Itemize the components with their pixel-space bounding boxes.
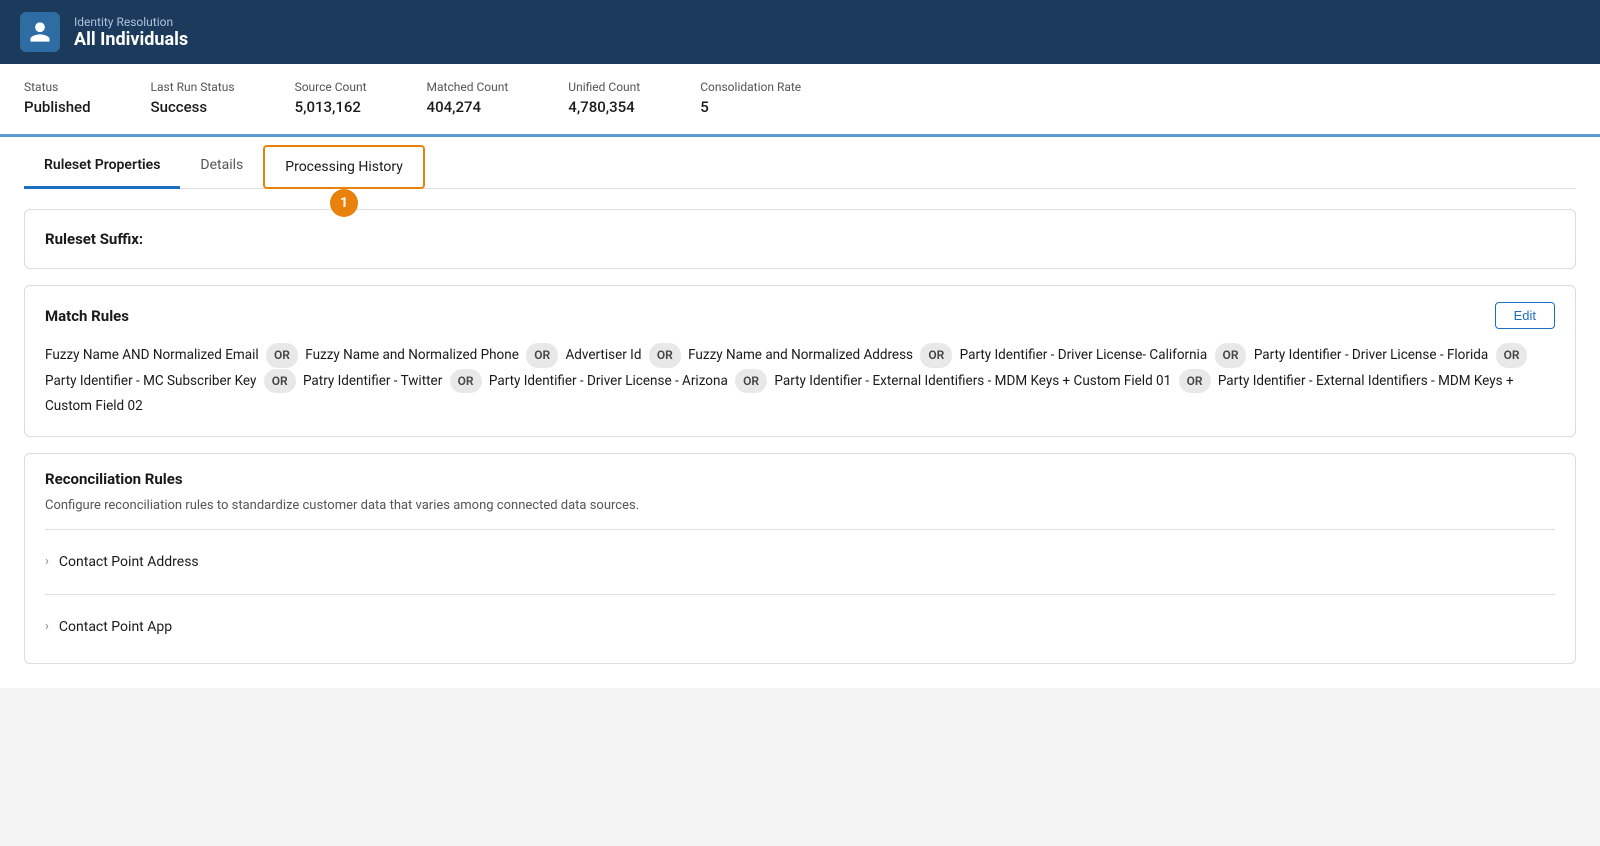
stat-last-run-value: Success	[151, 98, 235, 116]
or-badge-3: OR	[649, 343, 681, 368]
main-content: Ruleset Properties Details Processing Hi…	[0, 137, 1600, 688]
stat-status: Status Published	[24, 80, 91, 116]
header-title: All Individuals	[74, 29, 188, 50]
header-subtitle: Identity Resolution	[74, 15, 188, 29]
match-rules-content: Fuzzy Name AND Normalized Email OR Fuzzy…	[45, 343, 1555, 420]
rule-party-mc-subscriber: Party Identifier - MC Subscriber Key	[45, 373, 256, 389]
rule-party-driver-ca: Party Identifier - Driver License- Calif…	[960, 347, 1208, 363]
rule-party-mdm-custom-01: Party Identifier - External Identifiers …	[774, 373, 1171, 389]
tab-ruleset-properties[interactable]: Ruleset Properties	[24, 145, 180, 189]
reconciliation-contact-point-address[interactable]: › Contact Point Address	[45, 542, 1555, 582]
stat-matched-count-value: 404,274	[427, 98, 509, 116]
tab-bar: Ruleset Properties Details Processing Hi…	[24, 137, 1576, 189]
match-rules-section: Match Rules Edit Fuzzy Name AND Normaliz…	[24, 285, 1576, 437]
ruleset-suffix-section: Ruleset Suffix:	[24, 209, 1576, 269]
stat-unified-count-value: 4,780,354	[568, 98, 640, 116]
stat-matched-count: Matched Count 404,274	[427, 80, 509, 116]
or-badge-5: OR	[1215, 343, 1247, 368]
tab-details[interactable]: Details	[180, 145, 263, 189]
stat-last-run-label: Last Run Status	[151, 80, 235, 94]
match-rules-title: Match Rules	[45, 307, 129, 325]
rule-party-twitter: Patry Identifier - Twitter	[303, 373, 442, 389]
stat-status-label: Status	[24, 80, 91, 94]
stat-unified-count: Unified Count 4,780,354	[568, 80, 640, 116]
or-badge-7: OR	[264, 369, 296, 394]
stat-consolidation-rate: Consolidation Rate 5	[700, 80, 801, 116]
reconciliation-contact-point-app[interactable]: › Contact Point App	[45, 607, 1555, 647]
match-rules-header: Match Rules Edit	[45, 302, 1555, 329]
reconciliation-divider-2	[45, 594, 1555, 595]
chevron-right-icon-app: ›	[45, 619, 49, 634]
or-badge-10: OR	[1179, 369, 1211, 394]
stat-consolidation-rate-value: 5	[700, 98, 801, 116]
rule-party-driver-fl: Party Identifier - Driver License - Flor…	[1254, 347, 1488, 363]
or-badge-4: OR	[920, 343, 952, 368]
stat-last-run: Last Run Status Success	[151, 80, 235, 116]
reconciliation-rules-section: Reconciliation Rules Configure reconcili…	[24, 453, 1576, 664]
tab-processing-history[interactable]: Processing History 1	[263, 145, 425, 189]
or-badge-6: OR	[1496, 343, 1528, 368]
stat-consolidation-rate-label: Consolidation Rate	[700, 80, 801, 94]
header-text: Identity Resolution All Individuals	[74, 15, 188, 50]
reconciliation-divider-1	[45, 529, 1555, 530]
contact-point-app-label: Contact Point App	[59, 619, 172, 635]
app-logo	[20, 12, 60, 52]
reconciliation-rules-description: Configure reconciliation rules to standa…	[45, 498, 1555, 513]
rule-fuzzy-name-phone: Fuzzy Name and Normalized Phone	[305, 347, 519, 363]
reconciliation-rules-title: Reconciliation Rules	[45, 470, 1555, 488]
stat-status-value: Published	[24, 98, 91, 116]
stats-bar: Status Published Last Run Status Success…	[0, 64, 1600, 137]
stat-matched-count-label: Matched Count	[427, 80, 509, 94]
rule-party-driver-az: Party Identifier - Driver License - Ariz…	[489, 373, 728, 389]
processing-history-badge: 1	[330, 189, 358, 217]
or-badge-8: OR	[450, 369, 482, 394]
or-badge-2: OR	[526, 343, 558, 368]
contact-point-address-label: Contact Point Address	[59, 554, 199, 570]
stat-source-count-label: Source Count	[295, 80, 367, 94]
chevron-right-icon-address: ›	[45, 554, 49, 569]
stat-unified-count-label: Unified Count	[568, 80, 640, 94]
or-badge-1: OR	[266, 343, 298, 368]
rule-fuzzy-name-address: Fuzzy Name and Normalized Address	[688, 347, 913, 363]
rule-advertiser-id: Advertiser Id	[566, 347, 642, 363]
stat-source-count: Source Count 5,013,162	[295, 80, 367, 116]
stat-source-count-value: 5,013,162	[295, 98, 367, 116]
ruleset-suffix-label: Ruleset Suffix:	[45, 230, 143, 248]
rule-fuzzy-name-email: Fuzzy Name AND Normalized Email	[45, 347, 259, 363]
edit-match-rules-button[interactable]: Edit	[1495, 302, 1555, 329]
app-header: Identity Resolution All Individuals	[0, 0, 1600, 64]
or-badge-9: OR	[735, 369, 767, 394]
